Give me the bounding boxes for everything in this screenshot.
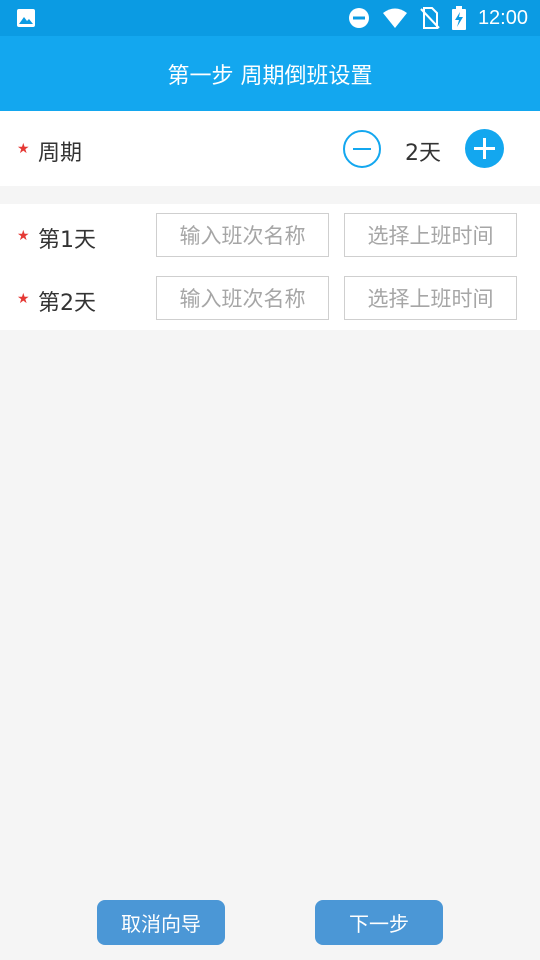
day-label: 第1天	[38, 228, 96, 253]
day-label: 第2天	[38, 291, 96, 316]
shift-name-input[interactable]: 输入班次名称	[156, 276, 329, 320]
day-row: ★ 第2天 输入班次名称 选择上班时间	[0, 267, 540, 330]
do-not-disturb-icon	[348, 8, 369, 28]
next-step-button[interactable]: 下一步	[315, 900, 443, 945]
status-bar: 12:00	[0, 0, 540, 36]
day-row: ★ 第1天 输入班次名称 选择上班时间	[0, 204, 540, 267]
period-label: 周期	[38, 141, 83, 166]
no-sim-icon	[420, 7, 440, 29]
cancel-wizard-button[interactable]: 取消向导	[97, 900, 225, 945]
shift-name-input[interactable]: 输入班次名称	[156, 213, 329, 257]
required-star-icon: ★	[17, 141, 30, 157]
required-star-icon: ★	[17, 228, 30, 244]
app-bar: 第一步 周期倒班设置	[0, 36, 540, 111]
period-row: ★ 周期 2天	[0, 111, 540, 186]
battery-charging-icon	[451, 6, 466, 30]
work-time-select[interactable]: 选择上班时间	[344, 213, 517, 257]
image-icon	[17, 9, 35, 27]
wifi-icon	[382, 8, 407, 28]
decrease-period-button[interactable]	[343, 130, 381, 168]
required-star-icon: ★	[17, 291, 30, 307]
period-count: 2天	[405, 141, 441, 166]
increase-period-button[interactable]	[465, 129, 504, 168]
days-section: ★ 第1天 输入班次名称 选择上班时间 ★ 第2天 输入班次名称 选择上班时间	[0, 204, 540, 330]
clock: 12:00	[477, 6, 528, 29]
work-time-select[interactable]: 选择上班时间	[344, 276, 517, 320]
page-title: 第一步 周期倒班设置	[167, 63, 373, 89]
